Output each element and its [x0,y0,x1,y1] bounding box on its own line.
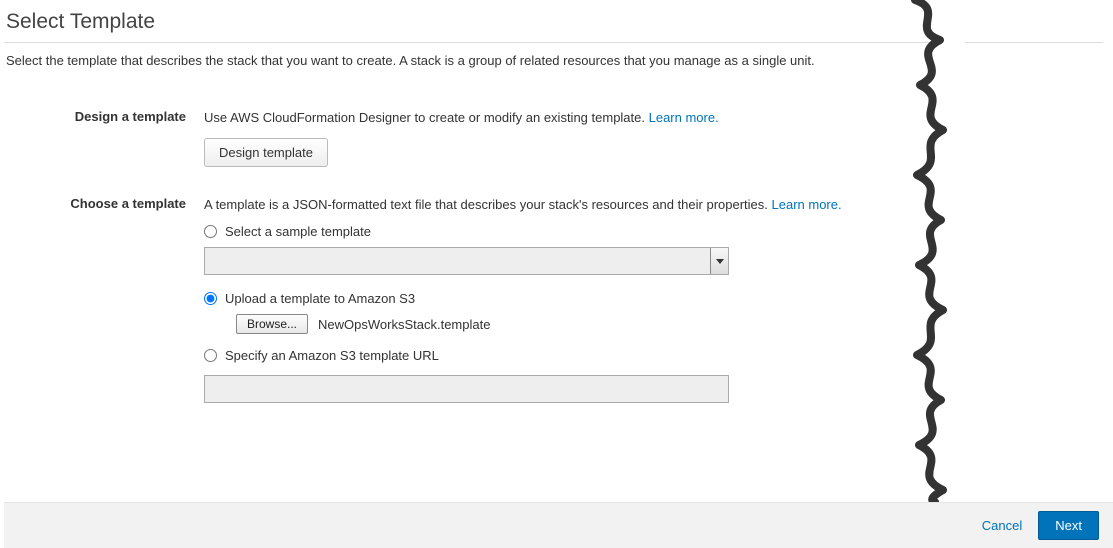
design-template-field: Use AWS CloudFormation Designer to creat… [204,108,924,167]
radio-upload-input[interactable] [204,292,217,305]
radio-s3url-label[interactable]: Specify an Amazon S3 template URL [225,348,439,363]
select-caret-button[interactable] [710,248,728,274]
choose-template-label: Choose a template [4,195,204,404]
choose-template-help: A template is a JSON-formatted text file… [204,195,924,215]
wizard-footer: Cancel Next [4,502,1113,548]
design-template-row: Design a template Use AWS CloudFormation… [4,108,1103,167]
design-learn-more-link[interactable]: Learn more. [649,110,719,125]
s3-url-input[interactable] [204,375,729,403]
sample-template-select[interactable] [204,247,729,275]
choose-learn-more-link[interactable]: Learn more. [772,197,842,212]
divider [4,42,1103,43]
choose-template-row: Choose a template A template is a JSON-f… [4,195,1103,404]
design-template-help-text: Use AWS CloudFormation Designer to creat… [204,110,649,125]
cancel-button[interactable]: Cancel [982,518,1022,533]
page-subtitle: Select the template that describes the s… [4,53,1103,68]
select-template-page: Select Template Select the template that… [0,0,1113,403]
page-title: Select Template [4,10,1103,34]
radio-sample-input[interactable] [204,225,217,238]
chevron-down-icon [716,259,724,264]
radio-s3-url[interactable]: Specify an Amazon S3 template URL [204,348,924,363]
choose-template-field: A template is a JSON-formatted text file… [204,195,924,404]
design-template-help: Use AWS CloudFormation Designer to creat… [204,108,924,128]
radio-upload-label[interactable]: Upload a template to Amazon S3 [225,291,415,306]
radio-sample-template[interactable]: Select a sample template [204,224,924,239]
radio-s3url-input[interactable] [204,349,217,362]
next-button[interactable]: Next [1038,511,1099,540]
browse-button[interactable]: Browse... [236,314,308,334]
radio-upload-s3[interactable]: Upload a template to Amazon S3 [204,291,924,306]
design-template-button[interactable]: Design template [204,138,328,167]
radio-sample-label[interactable]: Select a sample template [225,224,371,239]
design-template-label: Design a template [4,108,204,167]
uploaded-file-name: NewOpsWorksStack.template [318,317,490,332]
upload-browse-row: Browse... NewOpsWorksStack.template [236,314,924,334]
choose-template-help-text: A template is a JSON-formatted text file… [204,197,772,212]
